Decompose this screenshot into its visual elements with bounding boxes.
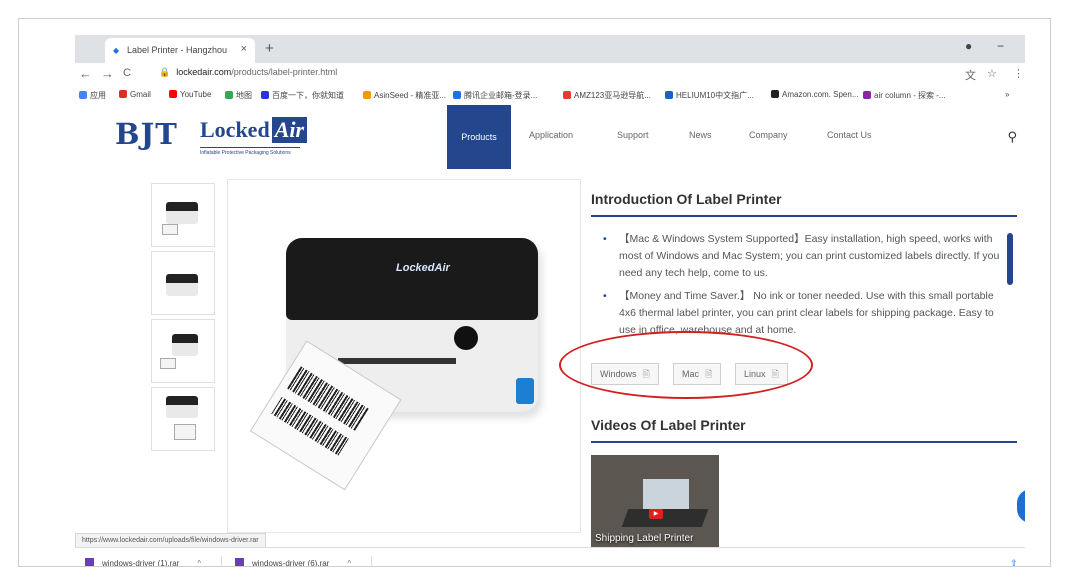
url-host: lockedair.com xyxy=(176,67,232,77)
air-column-icon xyxy=(863,91,871,99)
maps-icon xyxy=(225,91,233,99)
bullet-icon: • xyxy=(603,290,607,302)
apps-icon xyxy=(79,91,87,99)
menu-icon[interactable]: ⋮ xyxy=(1013,67,1024,80)
translate-icon[interactable]: ⽂ xyxy=(965,67,976,83)
thumbnail-3[interactable] xyxy=(151,319,215,383)
helium10-icon xyxy=(665,91,673,99)
amz123-icon xyxy=(563,91,571,99)
tab-title: Label Printer - Hangzhou Bing Ji... xyxy=(127,45,227,55)
url-field[interactable]: 🔒 lockedair.com/products/label-printer.ht… xyxy=(159,67,919,81)
chat-float-button[interactable] xyxy=(1017,489,1025,523)
videos-heading: Videos Of Label Printer xyxy=(591,417,746,433)
bookmark-apps[interactable]: 应用 xyxy=(79,90,106,101)
gmail-icon xyxy=(119,90,127,98)
browser-tab[interactable]: ◆ Label Printer - Hangzhou Bing Ji... × xyxy=(105,38,255,63)
archive-file-icon xyxy=(235,558,244,566)
menu-company[interactable]: Company xyxy=(749,130,788,140)
back-icon[interactable]: ← xyxy=(79,66,92,81)
tencent-mail-icon xyxy=(453,91,461,99)
bjt-logo[interactable]: BJT xyxy=(115,117,178,151)
minimize-icon[interactable]: − xyxy=(997,39,1004,53)
status-bar-url: https://www.lockedair.com/uploads/file/w… xyxy=(75,533,266,547)
bookmarks-bar: 应用 Gmail YouTube 地图 百度一下，你就知道 AsinSeed -… xyxy=(75,85,1025,106)
chevron-up-icon[interactable]: ^ xyxy=(347,559,351,566)
youtube-icon xyxy=(169,90,177,98)
bookmark-gmail[interactable]: Gmail xyxy=(119,90,151,99)
intro-underline xyxy=(591,215,1017,217)
laptop-base xyxy=(621,509,709,527)
archive-file-icon xyxy=(85,558,94,566)
intro-bullet-list: • 【Mac & Windows System Supported】Easy in… xyxy=(603,231,1003,345)
bullet-icon: • xyxy=(603,233,607,245)
download-shelf: windows-driver (1).rar ^ windows-driver (… xyxy=(75,547,1025,566)
new-tab-button[interactable]: + xyxy=(265,40,274,57)
bookmark-star-icon[interactable]: ☆ xyxy=(987,67,997,80)
thumbnail-1[interactable] xyxy=(151,183,215,247)
asinseed-icon xyxy=(363,91,371,99)
list-item: • 【Mac & Windows System Supported】Easy in… xyxy=(603,233,1000,279)
laptop-screen xyxy=(643,479,689,509)
lock-icon: 🔒 xyxy=(159,67,171,77)
bookmarks-overflow-icon[interactable]: » xyxy=(1005,90,1009,99)
thumbnail-2[interactable] xyxy=(151,251,215,315)
bookmark-tencent-mail[interactable]: 腾讯企业邮箱-登录... xyxy=(453,90,537,101)
video-thumbnail[interactable]: ▶ Shipping Label Printer xyxy=(591,455,719,547)
menu-support[interactable]: Support xyxy=(617,130,649,140)
bookmark-amz123[interactable]: AMZ123亚马逊导航... xyxy=(563,90,651,101)
amazon-icon xyxy=(771,90,779,98)
lockedair-logo[interactable]: Locked Air xyxy=(200,117,308,143)
menu-contact-us[interactable]: Contact Us xyxy=(827,130,872,140)
site-favicon-icon: ◆ xyxy=(113,46,120,55)
videos-underline xyxy=(591,441,1017,443)
baidu-icon xyxy=(261,91,269,99)
site-header: BJT Locked Air Inflatable Protective Pack… xyxy=(75,105,1025,169)
forward-icon[interactable]: → xyxy=(101,66,114,81)
tab-strip: ◆ Label Printer - Hangzhou Bing Ji... × … xyxy=(75,35,1025,63)
printer-power-button xyxy=(454,326,478,350)
url-path: /products/label-printer.html xyxy=(231,67,338,77)
thumbnail-4[interactable] xyxy=(151,387,215,451)
reload-icon[interactable]: C xyxy=(123,67,131,79)
logo-tagline: Inflatable Protective Packaging Solution… xyxy=(200,150,291,156)
tab-close-icon[interactable]: × xyxy=(241,43,247,55)
download-shelf-more-icon[interactable]: ⇪ xyxy=(1007,558,1021,566)
video-caption: Shipping Label Printer xyxy=(595,533,694,544)
main-product-image[interactable]: LockedAir xyxy=(227,179,581,533)
logo-divider xyxy=(200,147,300,148)
play-icon[interactable]: ▶ xyxy=(649,509,663,519)
bookmark-maps[interactable]: 地图 xyxy=(225,90,252,101)
browser-window: ◆ Label Printer - Hangzhou Bing Ji... × … xyxy=(75,35,1025,547)
menu-news[interactable]: News xyxy=(689,130,712,140)
menu-application[interactable]: Application xyxy=(529,130,573,140)
bookmark-helium10[interactable]: HELIUM10中文指广... xyxy=(665,90,754,101)
address-bar: ← → C 🔒 lockedair.com/products/label-prin… xyxy=(75,63,1025,85)
intro-heading: Introduction Of Label Printer xyxy=(591,191,782,207)
screenshot-frame: ◆ Label Printer - Hangzhou Bing Ji... × … xyxy=(18,18,1051,567)
bookmark-youtube[interactable]: YouTube xyxy=(169,90,211,99)
printer-side-latch xyxy=(516,378,534,404)
printer-paper-slot xyxy=(338,358,456,364)
bookmark-amazon[interactable]: Amazon.com. Spen... xyxy=(771,90,858,99)
red-highlight-circle xyxy=(559,331,813,399)
chevron-up-icon[interactable]: ^ xyxy=(197,559,201,566)
search-icon[interactable]: ⚲ xyxy=(1007,129,1017,145)
profile-icon[interactable]: ● xyxy=(965,39,972,53)
download-item[interactable]: windows-driver (6).rar ^ xyxy=(235,558,351,566)
menu-products[interactable]: Products xyxy=(447,105,511,169)
bookmark-asinseed[interactable]: AsinSeed - 精准亚... xyxy=(363,90,446,101)
download-item[interactable]: windows-driver (1).rar ^ xyxy=(85,558,201,566)
printer-brand-label: LockedAir xyxy=(396,262,450,274)
intro-scrollbar[interactable] xyxy=(1007,233,1013,285)
bookmark-baidu[interactable]: 百度一下，你就知道 xyxy=(261,90,344,101)
bookmark-air-column[interactable]: air column - 探索 -... xyxy=(863,90,946,101)
printer-lid xyxy=(286,238,538,320)
